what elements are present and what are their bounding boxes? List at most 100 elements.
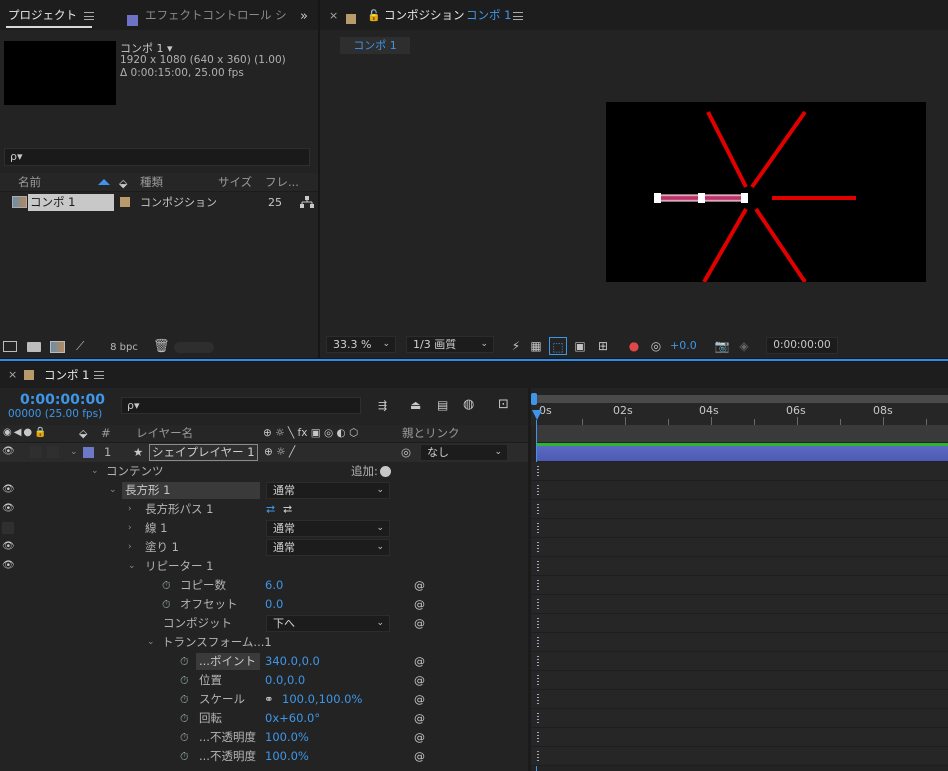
col-type[interactable]: 種類	[140, 173, 163, 192]
color-management-icon[interactable]: ◎	[648, 337, 664, 355]
rotation-row[interactable]: ⏱ 回転 0x+60.0° @	[0, 709, 528, 728]
new-comp-icon[interactable]	[50, 341, 65, 353]
rect-visibility-icon[interactable]: 👁	[2, 484, 15, 496]
path-direction-icon[interactable]: ⮂	[266, 500, 275, 519]
trash-icon[interactable]: 🗑	[153, 339, 170, 354]
stroke-expand-icon[interactable]: ›	[128, 519, 132, 538]
rect-blend-dropdown[interactable]: 通常 ⌄	[266, 482, 390, 499]
bpc-button[interactable]: 8 bpc	[104, 340, 144, 355]
menu-icon[interactable]	[84, 12, 94, 20]
transform-expand-icon[interactable]: ⌄	[147, 633, 155, 652]
timeline-timecode[interactable]: 0:00:00:00	[20, 392, 105, 408]
copies-stopwatch-icon[interactable]: ⏱	[162, 576, 171, 595]
stroke-blend-dropdown[interactable]: 通常 ⌄	[266, 520, 390, 537]
add-menu-icon[interactable]	[380, 466, 391, 477]
tab-composition-label[interactable]: コンポジション	[384, 0, 465, 30]
timeline-tab[interactable]: コンポ 1	[44, 367, 89, 383]
rotation-expression-icon[interactable]: @	[414, 709, 425, 728]
project-search-input[interactable]: ρ▾	[4, 148, 310, 166]
work-area-start-icon[interactable]	[531, 393, 537, 405]
position-stopwatch-icon[interactable]: ⏱	[180, 671, 189, 690]
offset-stopwatch-icon[interactable]: ⏱	[162, 595, 171, 614]
offset-value[interactable]: 0.0	[265, 595, 283, 614]
rotation-value[interactable]: 0x+60.0°	[265, 709, 320, 728]
interpret-footage-icon[interactable]	[3, 341, 17, 352]
col-name[interactable]: 名前	[18, 173, 41, 192]
copies-row[interactable]: ⏱ コピー数 6.0 @	[0, 576, 528, 595]
position-value[interactable]: 0.0,0.0	[265, 671, 305, 690]
layer-lock-switch[interactable]	[47, 446, 59, 458]
project-item-row[interactable]: コンポ 1 コンポジション 25	[0, 193, 298, 212]
zoom-dropdown[interactable]: 33.3 % ⌄	[326, 336, 396, 353]
repeater-row[interactable]: 👁 ⌄ リピーター 1	[0, 557, 528, 576]
timeline-pane-divider[interactable]	[528, 388, 531, 771]
region-icon[interactable]: ▣	[572, 337, 588, 355]
viewer-comp-tab[interactable]: コンポ 1	[340, 37, 410, 54]
panel-overflow-icon[interactable]: »	[300, 9, 308, 24]
start-opacity-value[interactable]: 100.0%	[265, 728, 309, 747]
timeline-menu-icon[interactable]	[94, 371, 104, 379]
layer-solo-switch[interactable]	[30, 446, 42, 458]
scale-row[interactable]: ⏱ スケール ⚭ 100.0,100.0% @	[0, 690, 528, 709]
offset-row[interactable]: ⏱ オフセット 0.0 @	[0, 595, 528, 614]
comp-canvas[interactable]	[606, 102, 926, 284]
stroke-visibility-off[interactable]	[2, 522, 14, 534]
exposure-value[interactable]: +0.0	[670, 339, 697, 352]
parent-pickwhip-icon[interactable]: ◎	[401, 443, 411, 462]
repeater-expand-icon[interactable]: ⌄	[128, 557, 136, 576]
end-opacity-stopwatch-icon[interactable]: ⏱	[180, 747, 189, 766]
contents-row[interactable]: ⌄ コンテンツ 追加:	[0, 462, 528, 481]
scale-stopwatch-icon[interactable]: ⏱	[180, 690, 189, 709]
composite-dropdown[interactable]: 下へ ⌄	[266, 615, 390, 632]
channel-icon[interactable]: ●	[626, 337, 642, 355]
start-opacity-expression-icon[interactable]: @	[414, 728, 425, 747]
anchor-row[interactable]: ⏱ ...ポイント 340.0,0.0 @	[0, 652, 528, 671]
scale-value[interactable]: 100.0,100.0%	[282, 690, 362, 709]
composition-flowchart-icon[interactable]: ⇶	[378, 399, 387, 412]
end-opacity-value[interactable]: 100.0%	[265, 747, 309, 766]
rotation-stopwatch-icon[interactable]: ⏱	[180, 709, 189, 728]
layer-expand-icon[interactable]: ⌄	[70, 443, 78, 462]
rect-path-row[interactable]: 👁 › 長方形パス 1 ⮂ ⮂	[0, 500, 528, 519]
fast-preview-icon[interactable]: ⚡	[508, 337, 524, 355]
comp-menu-icon[interactable]	[513, 12, 523, 20]
position-expression-icon[interactable]: @	[414, 671, 425, 690]
close-icon[interactable]: ×	[329, 9, 338, 22]
repeater-visibility-icon[interactable]: 👁	[2, 560, 15, 572]
timeline-search-input[interactable]: ρ▾	[121, 397, 361, 414]
snapshot-icon[interactable]: 📷	[714, 337, 730, 355]
parent-dropdown[interactable]: なし ⌄	[420, 444, 508, 461]
stroke-row[interactable]: › 線 1 通常 ⌄	[0, 519, 528, 538]
tab-effect-controls[interactable]: エフェクトコントロール シ	[145, 0, 287, 30]
composite-row[interactable]: コンポジット 下へ ⌄ @	[0, 614, 528, 633]
layer-duration-bar[interactable]	[537, 443, 948, 461]
new-folder-icon[interactable]	[27, 342, 41, 352]
transform-row[interactable]: ⌄ トランスフォーム...1	[0, 633, 528, 652]
fill-row[interactable]: 👁 › 塗り 1 通常 ⌄	[0, 538, 528, 557]
lock-icon[interactable]: 🔓	[367, 9, 381, 22]
layer-switches[interactable]: ⊕ ☼ ╱	[264, 443, 295, 462]
anchor-value[interactable]: 340.0,0.0	[265, 652, 320, 671]
rect-path-expand-icon[interactable]: ›	[128, 500, 132, 519]
path-reverse-icon[interactable]: ⮂	[283, 500, 292, 519]
layer-row[interactable]: 👁 ⌄ 1 ★ シェイプレイヤー 1 ⊕ ☼ ╱ ◎ なし ⌄	[0, 443, 528, 462]
work-area-bar[interactable]	[531, 395, 948, 403]
adjust-icon[interactable]: ⟋	[76, 339, 84, 354]
rect-expand-icon[interactable]: ⌄	[109, 481, 117, 500]
start-opacity-row[interactable]: ⏱ ...不透明度 100.0% @	[0, 728, 528, 747]
fill-visibility-icon[interactable]: 👁	[2, 541, 15, 553]
rect-group-label[interactable]: 長方形 1	[122, 482, 260, 499]
fill-blend-dropdown[interactable]: 通常 ⌄	[266, 539, 390, 556]
col-frames[interactable]: フレ...	[265, 173, 299, 192]
copies-expression-icon[interactable]: @	[414, 576, 425, 595]
viewer-timecode[interactable]: 0:00:00:00	[766, 337, 838, 354]
anchor-stopwatch-icon[interactable]: ⏱	[180, 652, 189, 671]
composite-expression-icon[interactable]: @	[414, 614, 425, 633]
flowchart-icon[interactable]	[300, 196, 314, 208]
rect-group-row[interactable]: 👁 ⌄ 長方形 1 通常 ⌄	[0, 481, 528, 500]
project-scrollbar[interactable]	[174, 342, 214, 353]
col-layer-name[interactable]: レイヤー名	[136, 424, 193, 443]
timeline-close-icon[interactable]: ×	[8, 368, 17, 381]
layer-label-swatch[interactable]	[83, 447, 94, 458]
fill-expand-icon[interactable]: ›	[128, 538, 132, 557]
